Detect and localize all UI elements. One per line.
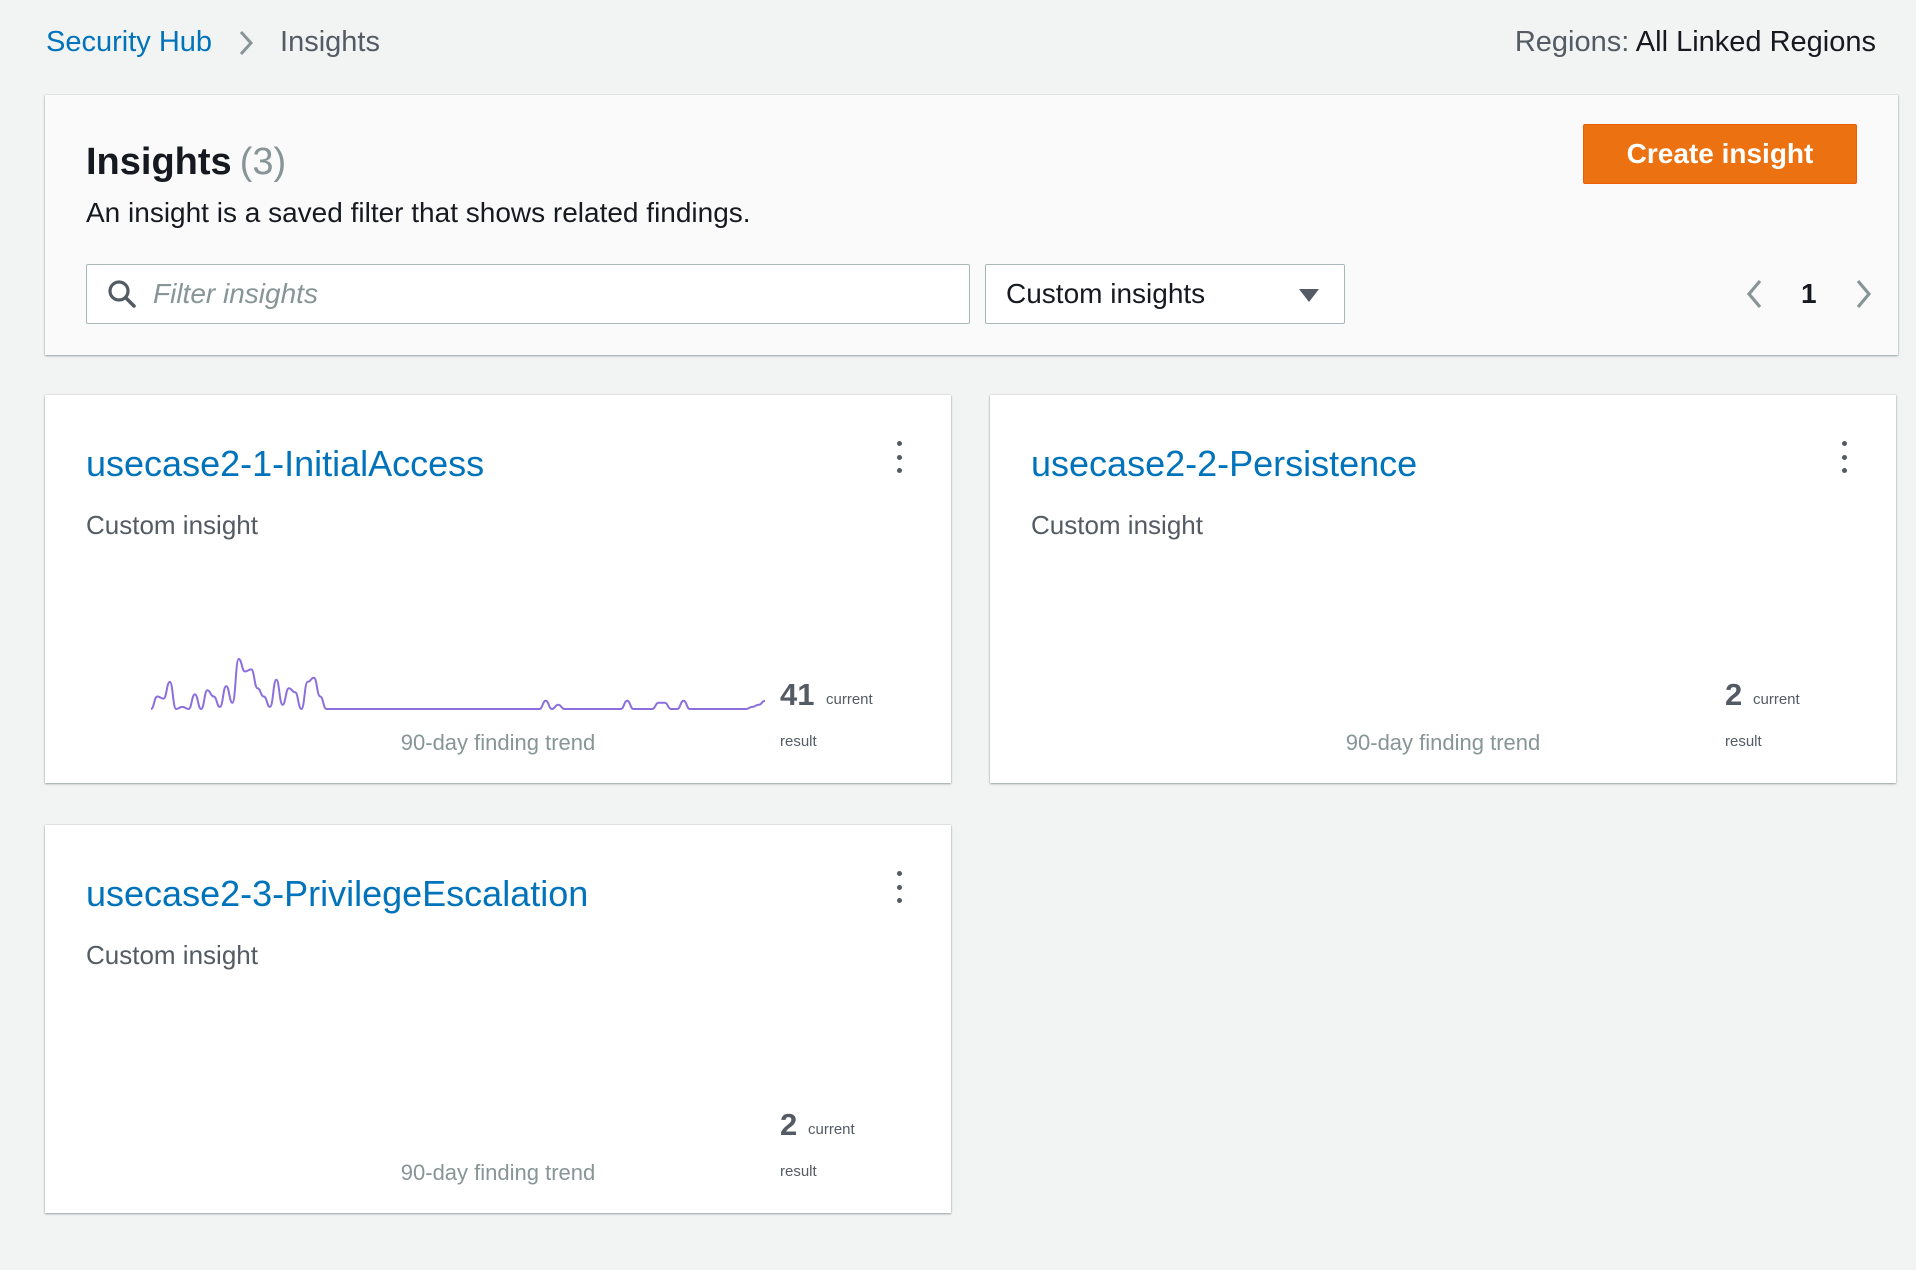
breadcrumb-current: Insights (280, 26, 380, 58)
breadcrumb-security-hub-link[interactable]: Security Hub (46, 26, 212, 59)
insight-card: usecase2-2-Persistence Custom insight 90… (990, 395, 1896, 783)
kebab-menu-icon[interactable] (887, 867, 911, 907)
count-current-label: current (826, 691, 873, 708)
kebab-menu-icon[interactable] (887, 437, 911, 477)
count-current-label: current (808, 1121, 855, 1138)
count-result-label: result (1725, 733, 1762, 750)
insight-type-select-value: Custom insights (1006, 278, 1206, 309)
insight-card-title[interactable]: usecase2-3-PrivilegeEscalation (86, 873, 588, 915)
regions-selector[interactable]: Regions: All Linked Regions (1515, 26, 1876, 59)
trend-line (150, 657, 766, 711)
top-bar: Security Hub Insights Regions: All Linke… (0, 0, 1916, 90)
insight-card-subtitle: Custom insight (1031, 510, 1203, 540)
insights-header-panel: Insights (3) An insight is a saved filter… (45, 95, 1898, 355)
count-result-label: result (780, 733, 817, 750)
insight-card-subtitle: Custom insight (86, 510, 258, 540)
breadcrumb: Security Hub Insights (46, 26, 380, 59)
finding-trend-chart (150, 657, 766, 711)
insight-card-title[interactable]: usecase2-1-InitialAccess (86, 443, 484, 485)
insight-type-select[interactable]: Custom insights (985, 264, 1345, 324)
insight-card: usecase2-3-PrivilegeEscalation Custom in… (45, 825, 951, 1213)
chevron-right-icon[interactable] (1855, 278, 1873, 310)
insight-card-title[interactable]: usecase2-2-Persistence (1031, 443, 1417, 485)
chevron-right-icon (238, 29, 254, 57)
regions-value: All Linked Regions (1635, 26, 1876, 58)
current-result-count: 41 (780, 677, 815, 712)
regions-label: Regions: (1514, 26, 1630, 58)
search-input[interactable] (153, 278, 913, 310)
page-description: An insight is a saved filter that shows … (86, 197, 751, 228)
page-title: Insights (3) (86, 141, 286, 184)
insight-card-subtitle: Custom insight (86, 940, 258, 970)
insights-count: (3) (239, 141, 287, 183)
chevron-left-icon[interactable] (1745, 278, 1763, 310)
current-result-count: 2 (1725, 677, 1743, 712)
pagination: 1 (1745, 264, 1905, 324)
kebab-menu-icon[interactable] (1832, 437, 1856, 477)
search-icon (107, 279, 137, 309)
count-current-label: current (1753, 691, 1800, 708)
caret-down-icon (1298, 278, 1320, 310)
page-title-text: Insights (86, 141, 232, 183)
current-page-number[interactable]: 1 (1801, 278, 1817, 310)
create-insight-button[interactable]: Create insight (1583, 124, 1857, 184)
filter-insights-field[interactable] (86, 264, 970, 324)
current-result-count: 2 (780, 1107, 798, 1142)
insight-card: usecase2-1-InitialAccess Custom insight … (45, 395, 951, 783)
count-result-label: result (780, 1163, 817, 1180)
